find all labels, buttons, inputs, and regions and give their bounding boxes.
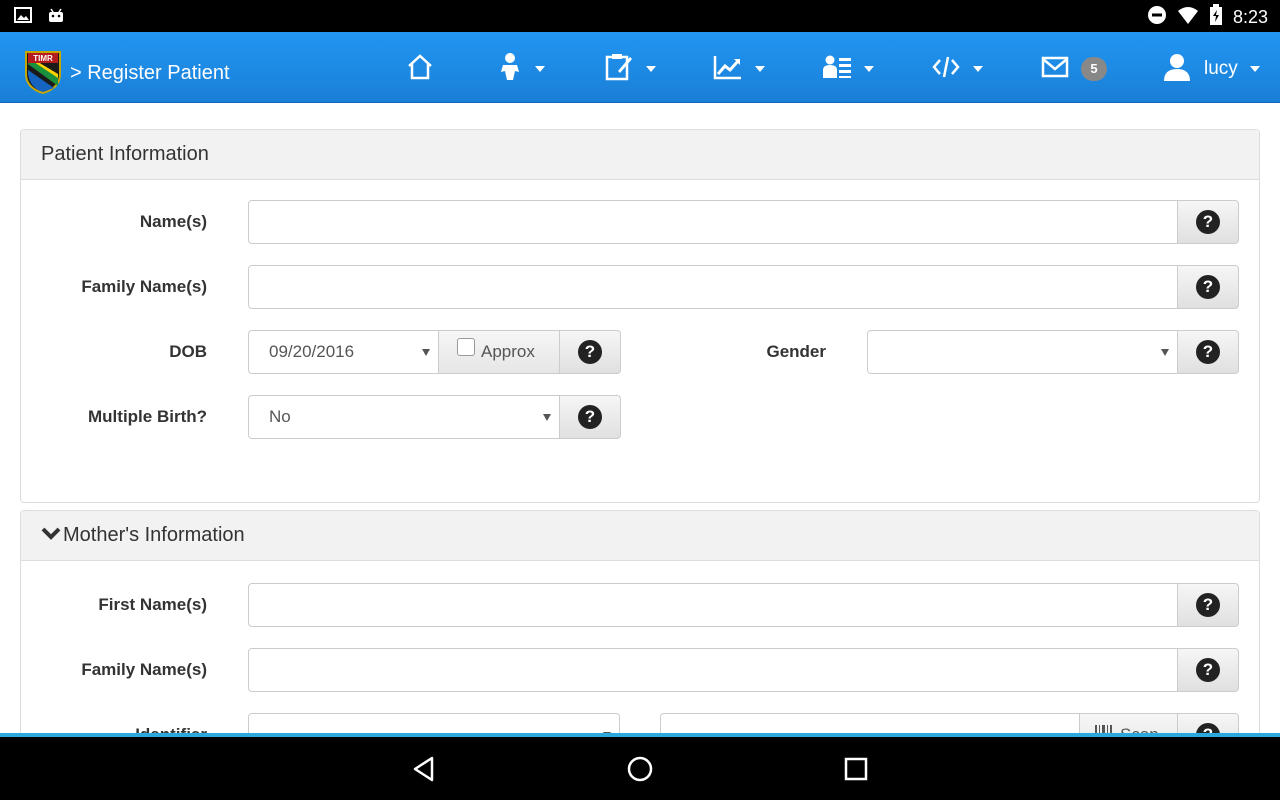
- question-icon: ?: [1196, 210, 1220, 234]
- baby-icon: [497, 52, 523, 87]
- help-button[interactable]: ?: [559, 395, 621, 439]
- chevron-down-icon: [755, 66, 765, 72]
- question-icon: ?: [578, 405, 602, 429]
- barcode-icon: [1094, 724, 1114, 733]
- patient-information-panel: Patient Information Name(s) ? Family Nam…: [20, 129, 1260, 503]
- mail-icon: [1041, 56, 1069, 83]
- dob-label: DOB: [169, 342, 207, 361]
- multiple-birth-label: Multiple Birth?: [88, 407, 207, 426]
- mother-family-names-input[interactable]: [248, 648, 1178, 692]
- nav-worklist-menu[interactable]: [822, 54, 874, 84]
- android-icon: [46, 6, 66, 31]
- panel-title-toggle[interactable]: Mother's Information: [21, 511, 1259, 561]
- scan-label: Scan: [1120, 725, 1159, 733]
- approx-checkbox-group[interactable]: Approx: [438, 330, 560, 374]
- chevron-down-icon: [864, 66, 874, 72]
- nav-encounters-menu[interactable]: [604, 53, 656, 86]
- gender-label: Gender: [766, 342, 826, 361]
- identifier-value-input[interactable]: [660, 713, 1080, 733]
- mother-first-names-input[interactable]: [248, 583, 1178, 627]
- help-button[interactable]: ?: [1177, 200, 1239, 244]
- timr-logo[interactable]: TIMR: [24, 50, 62, 95]
- nav-developer-menu[interactable]: [931, 54, 983, 84]
- dob-select[interactable]: 09/20/2016: [248, 330, 439, 374]
- chevron-down-icon: [646, 66, 656, 72]
- names-label: Name(s): [139, 212, 207, 231]
- mother-identifier-label: Identifier: [21, 713, 207, 733]
- help-button[interactable]: ?: [1177, 648, 1239, 692]
- panel-title: Mother's Information: [63, 524, 245, 546]
- svg-text:TIMR: TIMR: [33, 54, 53, 63]
- chevron-down-icon: [973, 66, 983, 72]
- do-not-disturb-icon: [1147, 5, 1167, 30]
- nav-user-menu[interactable]: lucy: [1162, 53, 1260, 86]
- help-button[interactable]: ?: [1177, 265, 1239, 309]
- message-count-badge: 5: [1081, 57, 1107, 81]
- names-input[interactable]: [248, 200, 1178, 244]
- top-navbar: TIMR > Register Patient 5 lucy: [0, 32, 1280, 103]
- user-icon: [1162, 53, 1192, 86]
- home-circle-icon[interactable]: [626, 755, 654, 788]
- approx-checkbox[interactable]: [457, 338, 475, 356]
- image-icon: [14, 6, 32, 31]
- mothers-information-panel: Mother's Information First Name(s) ? Fam…: [20, 510, 1260, 733]
- nav-messages[interactable]: 5: [1041, 54, 1107, 84]
- back-icon[interactable]: [410, 755, 438, 788]
- scan-button[interactable]: Scan: [1079, 713, 1178, 733]
- chart-trend-icon: [713, 54, 743, 85]
- status-bar: 8:23: [0, 0, 1280, 32]
- mother-first-names-label: First Name(s): [98, 595, 207, 614]
- clipboard-edit-icon: [604, 53, 634, 86]
- wifi-icon: [1177, 5, 1199, 30]
- battery-charging-icon: [1209, 4, 1223, 31]
- user-name: lucy: [1204, 58, 1238, 79]
- code-icon: [931, 54, 961, 85]
- dropdown-arrow-icon: [1161, 349, 1169, 356]
- question-icon: ?: [1196, 593, 1220, 617]
- system-navigation-bar: [0, 733, 1280, 800]
- help-button[interactable]: ?: [1177, 713, 1239, 733]
- family-names-input[interactable]: [248, 265, 1178, 309]
- question-icon: ?: [1196, 340, 1220, 364]
- multiple-birth-select[interactable]: No: [248, 395, 560, 439]
- multiple-birth-value: No: [269, 407, 291, 426]
- chevron-down-icon: [41, 524, 61, 547]
- main-content[interactable]: Patient Information Name(s) ? Family Nam…: [0, 103, 1280, 733]
- nav-patients-menu[interactable]: [497, 52, 545, 87]
- recents-icon[interactable]: [842, 755, 870, 788]
- nav-home[interactable]: [406, 53, 434, 85]
- gender-select[interactable]: [867, 330, 1178, 374]
- approx-label: Approx: [481, 342, 535, 361]
- identifier-type-select[interactable]: [248, 713, 620, 733]
- nav-reports-menu[interactable]: [713, 54, 765, 84]
- home-icon: [406, 53, 434, 85]
- patient-list-icon: [822, 54, 852, 85]
- dropdown-arrow-icon: [422, 349, 430, 356]
- panel-title: Patient Information: [21, 130, 1259, 180]
- mother-family-names-label: Family Name(s): [81, 660, 207, 679]
- help-button[interactable]: ?: [1177, 583, 1239, 627]
- chevron-down-icon: [1249, 66, 1260, 72]
- question-icon: ?: [1196, 658, 1220, 682]
- family-names-label: Family Name(s): [81, 277, 207, 296]
- breadcrumb: > Register Patient: [70, 62, 230, 84]
- help-button[interactable]: ?: [559, 330, 621, 374]
- dropdown-arrow-icon: [543, 414, 551, 421]
- dob-value: 09/20/2016: [269, 342, 355, 361]
- question-icon: ?: [1196, 275, 1220, 299]
- clock: 8:23: [1232, 7, 1268, 27]
- question-icon: ?: [1196, 723, 1220, 733]
- chevron-down-icon: [535, 66, 545, 72]
- help-button[interactable]: ?: [1177, 330, 1239, 374]
- question-icon: ?: [578, 340, 602, 364]
